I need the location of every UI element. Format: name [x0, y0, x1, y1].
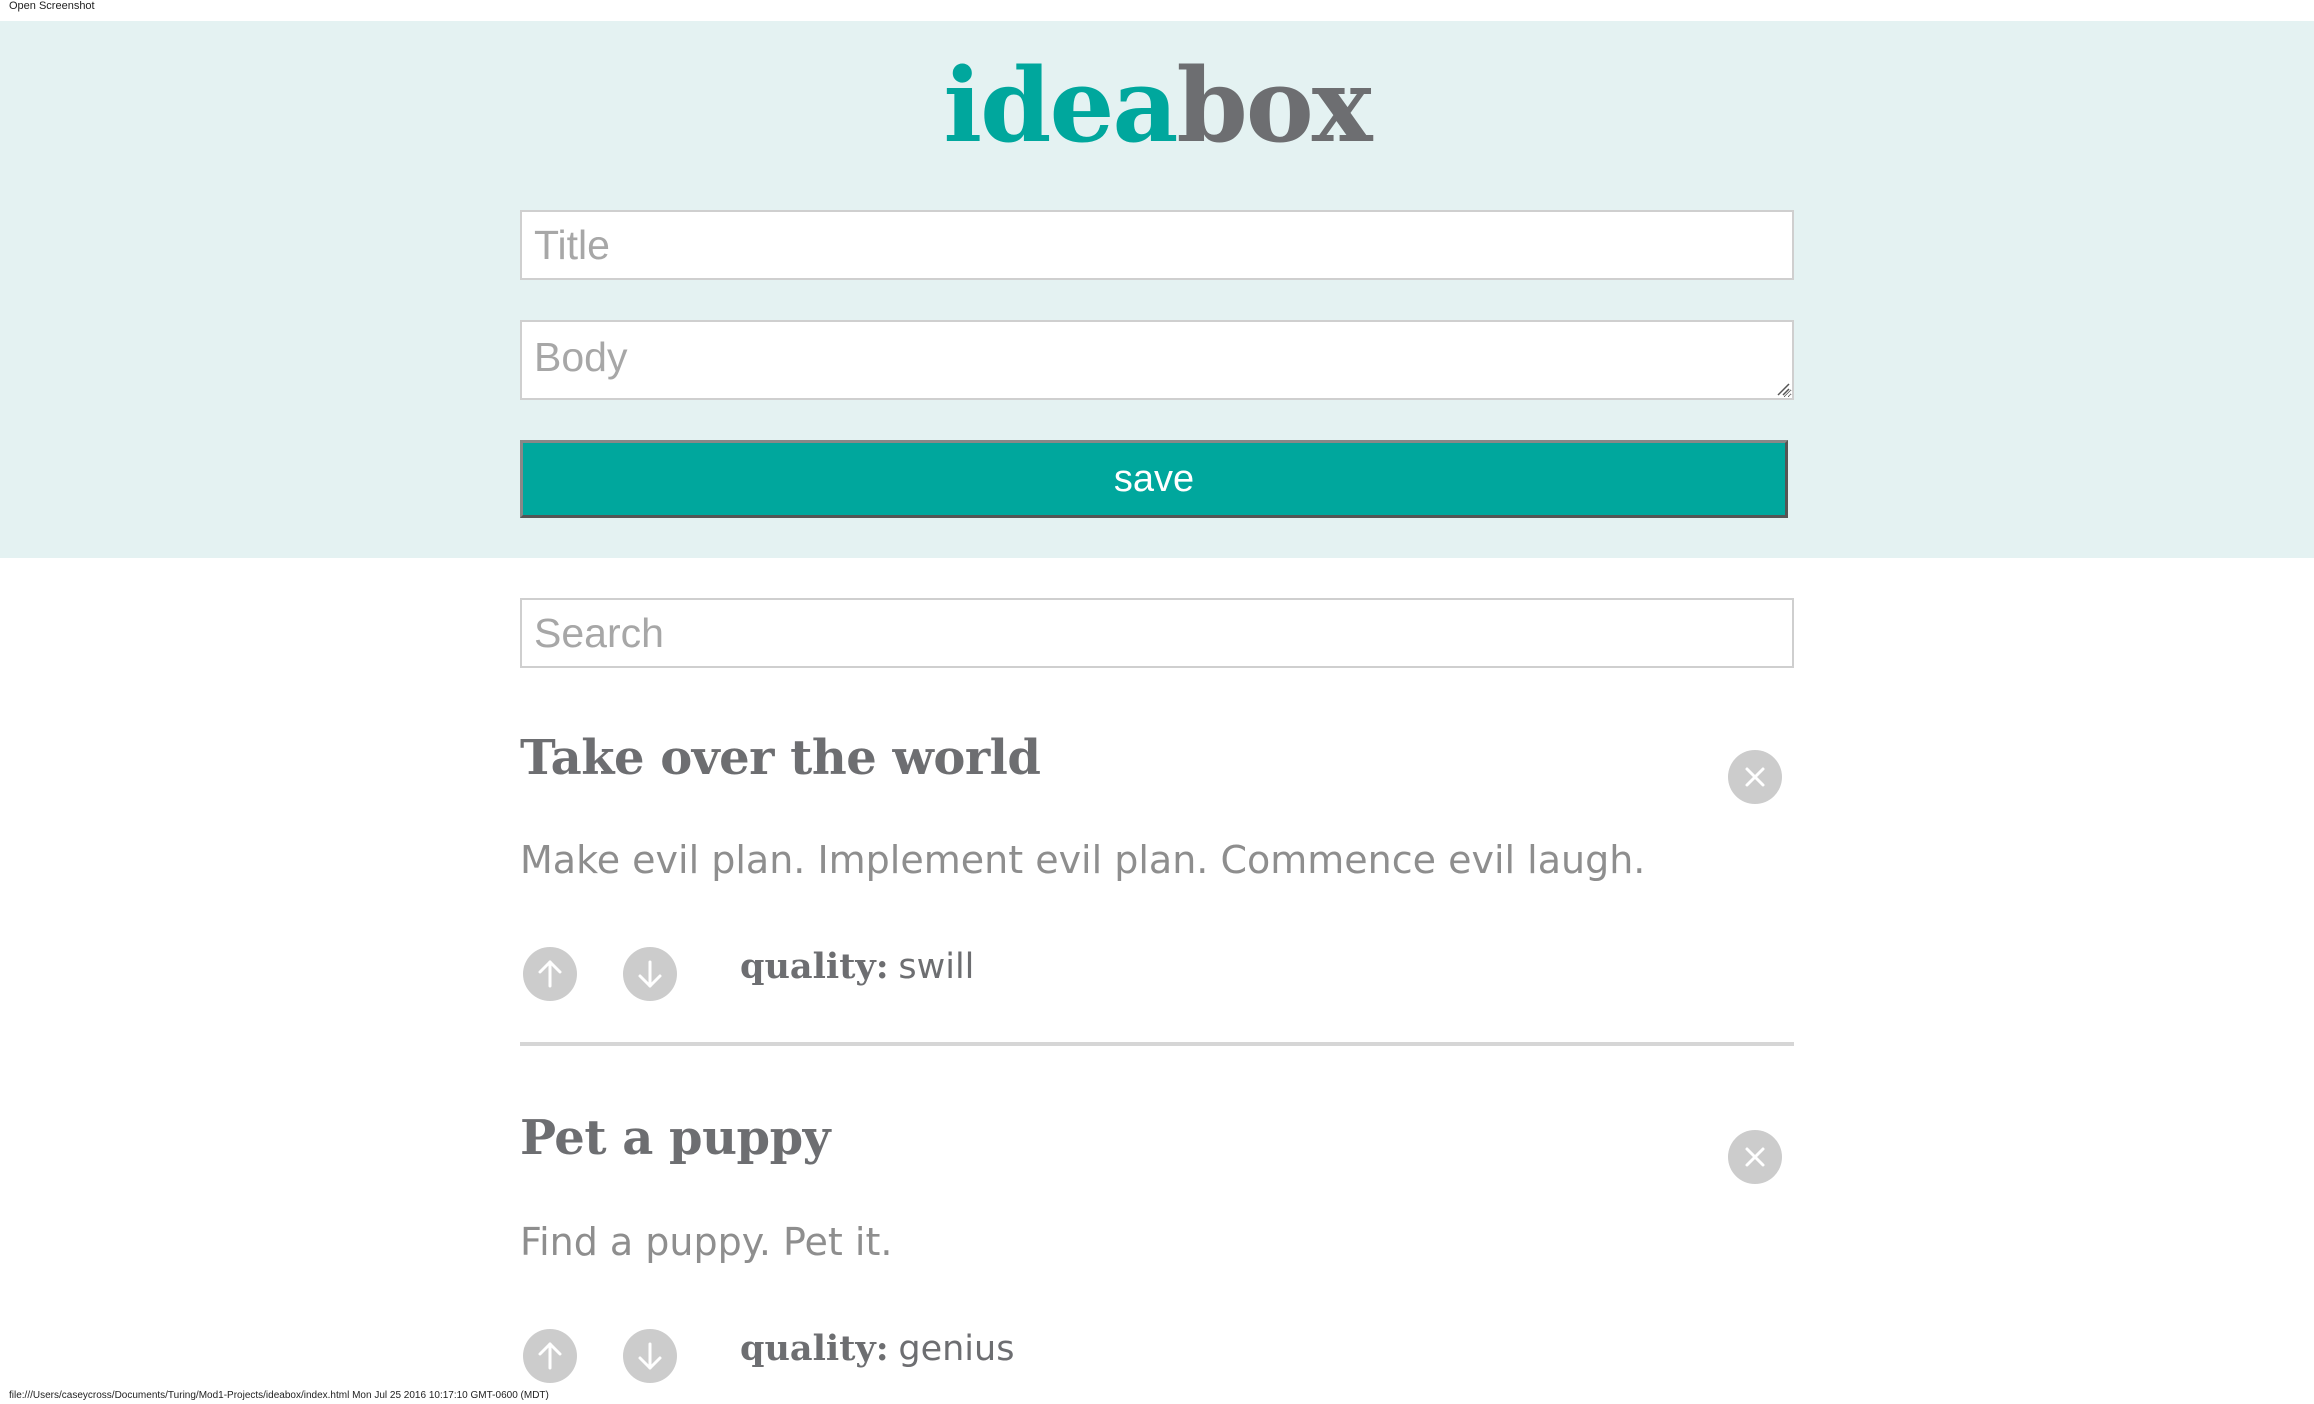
app-logo: ideabox: [0, 36, 2314, 176]
idea-card: Pet a puppy Find a puppy. Pet it. qualit…: [520, 1110, 1794, 1400]
upvote-button[interactable]: [523, 947, 577, 1001]
delete-button[interactable]: [1728, 1130, 1782, 1184]
save-button[interactable]: save: [520, 440, 1788, 518]
downvote-button[interactable]: [623, 947, 677, 1001]
upvote-arrow-icon: [538, 1342, 562, 1370]
downvote-button[interactable]: [623, 1329, 677, 1383]
delete-button[interactable]: [1728, 750, 1782, 804]
idea-title[interactable]: Take over the world: [520, 730, 1041, 786]
window-caption: Open Screenshot: [9, 0, 95, 12]
idea-body[interactable]: Make evil plan. Implement evil plan. Com…: [520, 838, 1645, 882]
upvote-button[interactable]: [523, 1329, 577, 1383]
idea-title[interactable]: Pet a puppy: [520, 1110, 831, 1166]
upvote-arrow-icon: [538, 960, 562, 988]
quality-value: genius: [898, 1329, 1015, 1369]
idea-divider: [520, 1042, 1794, 1046]
quality-rating: quality: genius: [740, 1328, 1014, 1369]
downvote-arrow-icon: [638, 960, 662, 988]
logo-box-text: box: [1176, 46, 1372, 166]
quality-rating: quality: swill: [740, 946, 974, 987]
title-input[interactable]: [520, 210, 1794, 280]
idea-card: Take over the world Make evil plan. Impl…: [520, 730, 1794, 1030]
search-input[interactable]: [520, 598, 1794, 668]
quality-label: quality:: [740, 1328, 889, 1369]
body-input[interactable]: [520, 320, 1794, 400]
downvote-arrow-icon: [638, 1342, 662, 1370]
close-icon: [1745, 1147, 1765, 1167]
quality-value: swill: [898, 947, 975, 987]
resize-grip-icon[interactable]: [1776, 382, 1790, 396]
close-icon: [1745, 767, 1765, 787]
logo-idea-text: idea: [943, 46, 1178, 166]
quality-label: quality:: [740, 946, 889, 987]
browser-status-bar: file:///Users/caseycross/Documents/Turin…: [9, 1390, 549, 1401]
idea-body[interactable]: Find a puppy. Pet it.: [520, 1220, 892, 1264]
